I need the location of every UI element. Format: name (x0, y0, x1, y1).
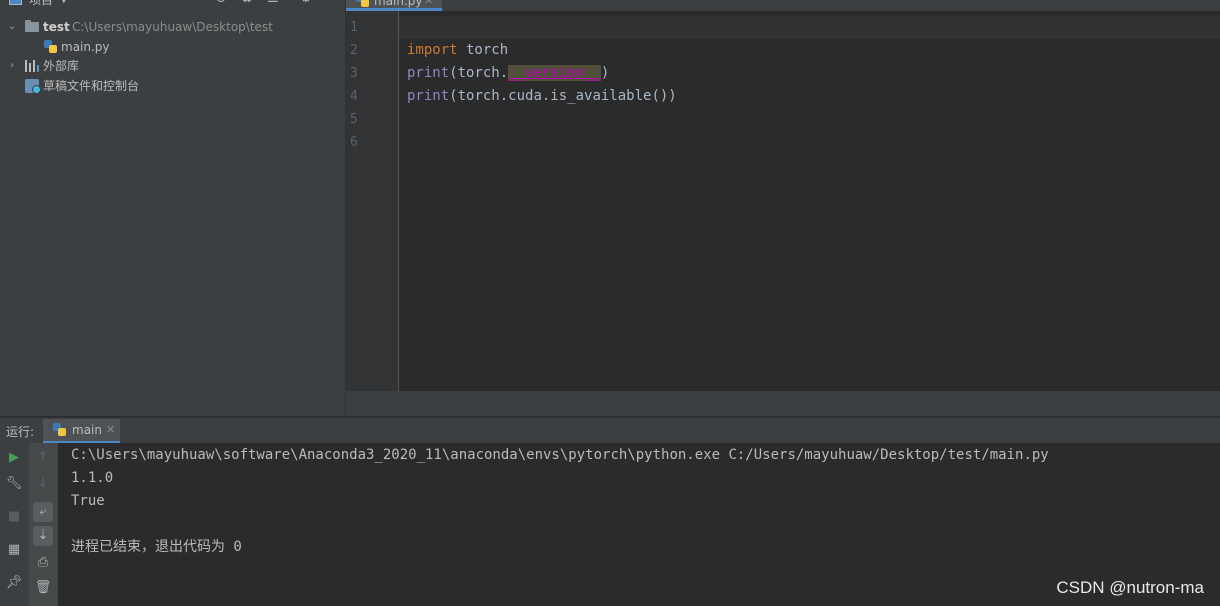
expand-all-icon[interactable]: ☰ (265, 0, 281, 7)
folder-icon (25, 20, 39, 32)
scroll-to-end-icon[interactable]: ⇣ (33, 526, 53, 546)
chevron-right-icon[interactable]: › (6, 56, 18, 76)
run-panel-label: 运行: (6, 425, 35, 439)
project-icon (9, 0, 22, 5)
down-arrow-icon[interactable]: ↓ (34, 475, 52, 493)
project-toolbar: 项目 ▼ ⊕ ⇊ ☰ ⚙ — (0, 0, 345, 11)
scratch-icon (25, 79, 41, 94)
run-console[interactable] (58, 443, 1220, 606)
code-line-2[interactable]: import torch (407, 39, 508, 62)
editor-gutter: 1 2 3 4 5 6 (346, 11, 399, 391)
run-tab-label: main (72, 423, 102, 437)
gear-icon[interactable]: ⚙ (298, 0, 314, 7)
close-icon[interactable]: ✕ (424, 0, 433, 10)
library-icon (25, 60, 39, 72)
console-line-output: 1.1.0 (71, 470, 114, 486)
up-arrow-icon[interactable]: ↑ (34, 449, 52, 467)
wrench-icon[interactable]: 🔧︎ (5, 475, 23, 493)
watermark-text: CSDN @nutron-ma (1056, 578, 1204, 597)
tree-item-main-py[interactable]: main.py (0, 37, 345, 57)
tree-item-path: C:\Users\mayuhuaw\Desktop\test (72, 20, 273, 34)
keyword: import (407, 42, 458, 58)
python-file-icon (53, 423, 66, 437)
pin-icon[interactable]: 📌︎ (5, 574, 23, 592)
line-number: 6 (350, 135, 358, 150)
python-file-icon (44, 40, 57, 54)
caret-row-highlight (399, 16, 1220, 39)
dropdown-icon[interactable]: ▼ (60, 0, 68, 9)
collapse-all-icon[interactable]: ⇊ (239, 0, 255, 7)
console-line-command: C:\Users\mayuhuaw\software\Anaconda3_202… (71, 447, 1049, 463)
builtin-function: print (407, 88, 450, 104)
line-number: 1 (350, 20, 358, 35)
tree-item-label: main.py (61, 40, 110, 54)
close-icon[interactable]: ✕ (106, 423, 115, 436)
tree-item-label: 外部库 (43, 59, 80, 73)
code-text: (torch. (449, 65, 509, 81)
builtin-function: print (407, 65, 450, 81)
line-number: 3 (350, 66, 358, 81)
run-console-actions: ↑ ↓ ⤶ ⇣ ⎙ 🗑︎ (29, 443, 58, 606)
locate-icon[interactable]: ⊕ (213, 0, 229, 7)
code-text: ) (600, 65, 610, 81)
python-file-icon (356, 0, 369, 8)
layout-icon[interactable]: ▦ (5, 541, 23, 559)
tree-item-scratches[interactable]: 草稿文件和控制台 (0, 76, 345, 96)
tree-item-test[interactable]: ⌄ test C:\Users\mayuhuaw\Desktop\test (0, 17, 345, 37)
tree-item-external-libraries[interactable]: › 外部库 (0, 56, 345, 76)
tree-item-label: test (43, 20, 70, 34)
line-number: 5 (350, 112, 358, 127)
project-panel: 项目 ▼ ⊕ ⇊ ☰ ⚙ — ⌄ test C:\Users\mayuhuaw\… (0, 0, 346, 416)
code-line-3[interactable]: print(torch.__version__) (407, 62, 609, 85)
line-number: 2 (350, 43, 358, 58)
code-text: (torch.cuda.is_available()) (449, 88, 677, 104)
soft-wrap-icon[interactable]: ⤶ (33, 502, 53, 522)
line-number: 4 (350, 89, 358, 104)
run-icon[interactable]: ▶ (5, 449, 23, 467)
console-line-output: True (71, 493, 105, 509)
run-tab-main[interactable]: main ✕ (43, 419, 120, 444)
project-title[interactable]: 项目 (29, 0, 53, 9)
dunder-attribute: __version__ (508, 65, 601, 81)
tree-item-label: 草稿文件和控制台 (43, 79, 140, 93)
print-icon[interactable]: ⎙ (34, 554, 52, 572)
chevron-down-icon[interactable]: ⌄ (6, 17, 18, 37)
editor-tab-label: main.py (374, 0, 423, 8)
code-text: torch (457, 42, 509, 58)
console-line-exit-status: 进程已结束，退出代码为 0 (71, 539, 242, 555)
editor-tab-bar: main.py ✕ (346, 0, 1220, 11)
editor-tab-main-py[interactable]: main.py ✕ (346, 0, 442, 11)
code-line-4[interactable]: print(torch.cuda.is_available()) (407, 85, 677, 108)
editor-breadcrumb-strip (346, 391, 1220, 416)
stop-icon[interactable]: ■ (5, 508, 23, 526)
trash-icon[interactable]: 🗑︎ (34, 579, 52, 597)
minimize-icon[interactable]: — (324, 0, 340, 7)
run-tool-window-header: 运行: main ✕ (0, 417, 1220, 444)
